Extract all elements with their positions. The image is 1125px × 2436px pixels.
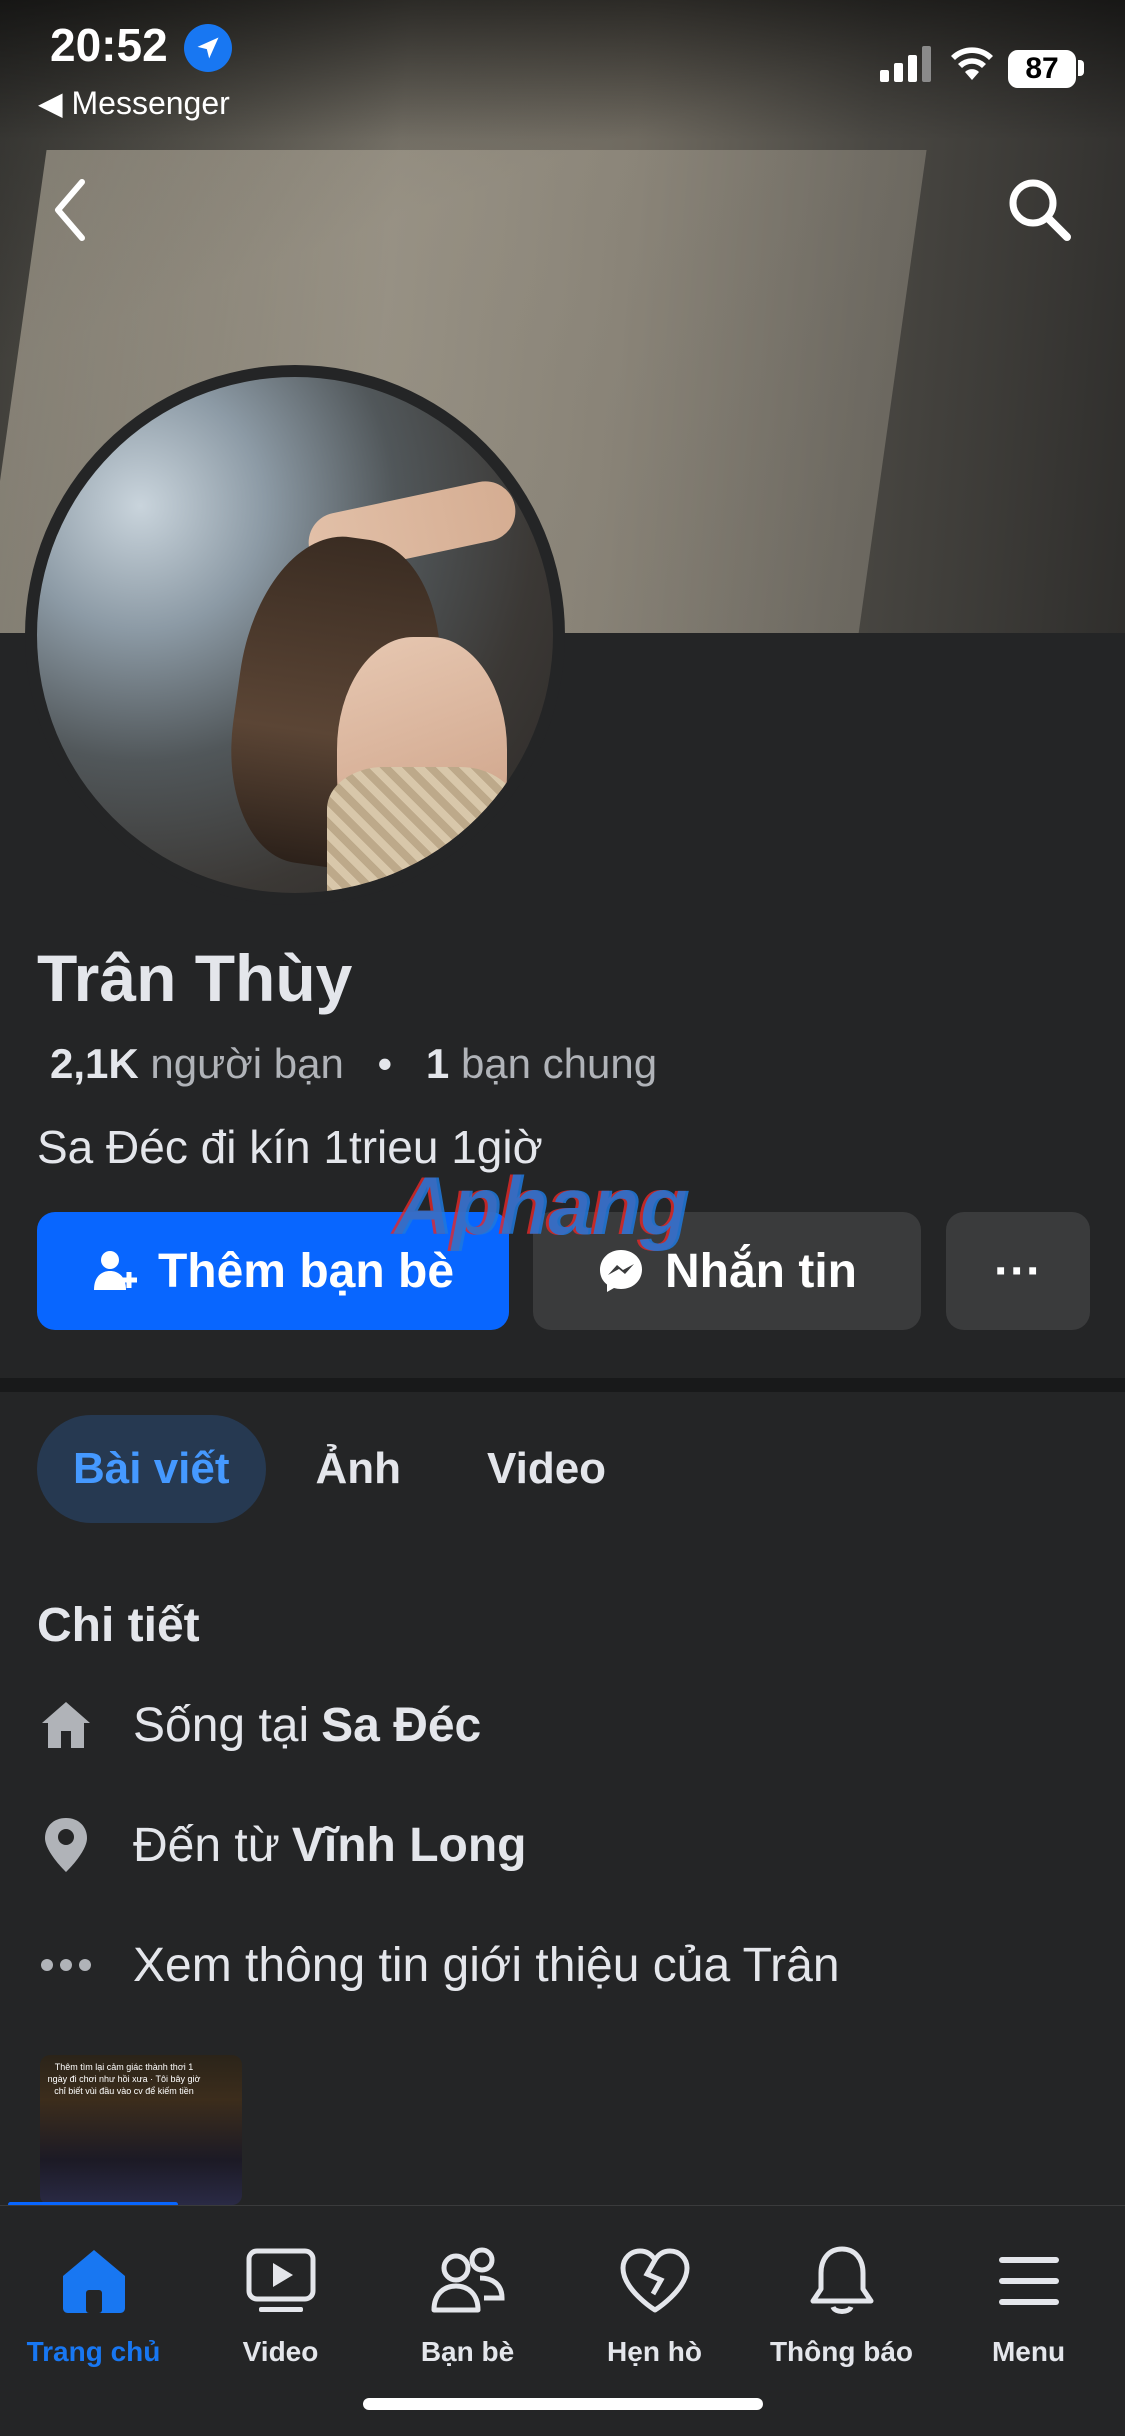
home-icon [37,1696,95,1754]
battery-tip-icon [1078,60,1084,76]
friend-stats[interactable]: 2,1K người bạn • 1 bạn chung [50,1040,657,1088]
nav-friends[interactable]: Bạn bè [374,2236,561,2368]
profile-avatar[interactable] [25,365,565,905]
nav-menu-label: Menu [991,2336,1066,2367]
nav-dating-label: Hẹn hò [607,2336,702,2367]
profile-name: Trân Thùy [37,941,353,1015]
cellular-signal-icon [880,46,931,82]
profile-tabs: Bài viết Ảnh Video [37,1415,656,1523]
from-place[interactable]: Vĩnh Long [292,1818,527,1873]
see-about-link: Xem thông tin giới thiệu của Trân [133,1938,840,1992]
nav-menu[interactable]: Menu [935,2236,1122,2368]
wifi-icon [951,47,993,80]
dating-heart-icon [561,2236,748,2326]
location-pin-icon [37,1816,95,1874]
mutual-label: bạn chung [460,1040,658,1087]
nav-home[interactable]: Trang chủ [0,2236,187,2368]
battery-level: 87 [1008,50,1076,88]
search-icon[interactable] [1005,175,1075,245]
back-chevron-icon[interactable] [40,170,100,250]
nav-home-label: Trang chủ [26,2336,161,2367]
detail-see-about[interactable]: Xem thông tin giới thiệu của Trân [37,1930,840,2000]
message-label: Nhắn tin [665,1244,857,1298]
mutual-count: 1 [425,1040,450,1087]
detail-lives-in: Sống tại Sa Đéc [37,1690,481,1760]
friends-count: 2,1K [50,1040,139,1087]
lives-prefix: Sống tại [133,1698,310,1752]
menu-icon [935,2236,1122,2326]
watermark-logo: Aphang [395,1161,690,1252]
section-divider [0,1378,1125,1392]
thumbnail-caption: Thêm tìm lại cảm giác thành thơi 1 ngày … [47,2062,201,2096]
location-arrow-icon [184,24,232,72]
separator-dot: • [377,1040,393,1087]
nav-notifications[interactable]: Thông báo [748,2236,935,2368]
more-dots-icon [37,1936,95,1994]
tab-videos[interactable]: Video [451,1415,642,1523]
add-friend-icon [93,1251,137,1290]
more-options-button[interactable]: ··· [946,1212,1090,1330]
bell-icon [748,2236,935,2326]
nav-notifications-label: Thông báo [769,2336,914,2367]
home-icon [0,2236,187,2326]
nav-friends-label: Bạn bè [420,2336,515,2367]
avatar-photo [37,377,553,893]
home-indicator[interactable] [363,2398,763,2410]
detail-from: Đến từ Vĩnh Long [37,1810,526,1880]
back-to-messenger-link[interactable]: ◀ Messenger [38,84,230,122]
friends-icon [374,2236,561,2326]
from-prefix: Đến từ [133,1818,280,1872]
more-options-icon: ··· [994,1244,1042,1298]
video-icon [187,2236,374,2326]
tab-photos[interactable]: Ảnh [280,1415,438,1523]
tab-posts[interactable]: Bài viết [37,1415,266,1523]
messenger-icon [600,1250,642,1292]
status-bar: 20:52 ◀ Messenger 87 [0,0,1125,122]
details-heading: Chi tiết [37,1599,200,1652]
post-thumbnail[interactable]: Thêm tìm lại cảm giác thành thơi 1 ngày … [40,2055,242,2205]
nav-video-label: Video [242,2336,319,2367]
friends-label: người bạn [150,1040,344,1087]
nav-dating[interactable]: Hẹn hò [561,2236,748,2368]
lives-place[interactable]: Sa Đéc [321,1698,481,1753]
nav-video[interactable]: Video [187,2236,374,2368]
avatar-top-shape [327,767,517,893]
status-time: 20:52 [50,19,168,71]
